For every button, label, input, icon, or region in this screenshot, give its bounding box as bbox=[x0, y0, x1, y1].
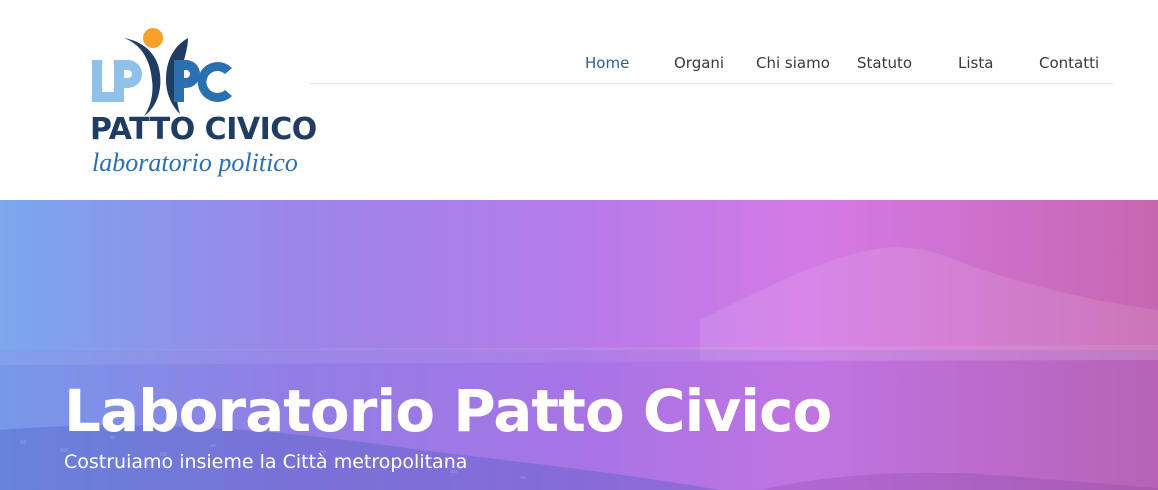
site-header: PATTO CIVICO laboratorio politico Home O… bbox=[0, 0, 1158, 200]
nav-item-organi[interactable]: Organi bbox=[674, 54, 724, 72]
nav-item-home[interactable]: Home bbox=[585, 54, 629, 72]
hero-subtitle: Costruiamo insieme la Città metropolitan… bbox=[64, 451, 468, 473]
nav-item-contatti[interactable]: Contatti bbox=[1039, 54, 1099, 72]
hero-landscape-image bbox=[0, 247, 1158, 490]
logo-subtitle: laboratorio politico bbox=[92, 148, 298, 177]
hero-banner: Laboratorio Patto Civico Costruiamo insi… bbox=[0, 200, 1158, 490]
lppc-logo-mark-icon bbox=[92, 28, 232, 116]
site-logo[interactable]: PATTO CIVICO laboratorio politico bbox=[88, 24, 317, 180]
nav-item-lista[interactable]: Lista bbox=[958, 54, 993, 72]
nav-item-statuto[interactable]: Statuto bbox=[857, 54, 912, 72]
nav-item-chi-siamo[interactable]: Chi siamo bbox=[756, 54, 830, 72]
logo-title: PATTO CIVICO bbox=[90, 112, 317, 147]
main-navigation: Home Organi Chi siamo Statuto Lista Cont… bbox=[310, 40, 1113, 84]
hero-title: Laboratorio Patto Civico bbox=[64, 377, 832, 445]
